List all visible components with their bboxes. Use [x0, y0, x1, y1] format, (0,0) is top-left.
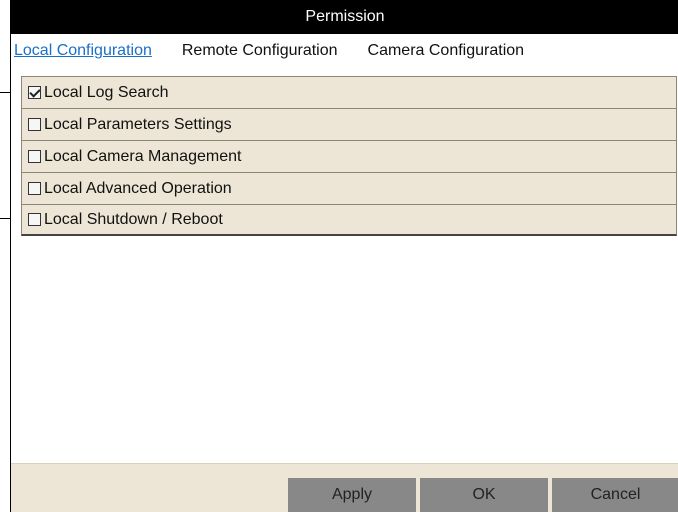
- checkbox-local-log-search[interactable]: [28, 86, 41, 99]
- permission-label: Local Camera Management: [44, 147, 242, 165]
- permission-label: Local Advanced Operation: [44, 179, 232, 197]
- ok-button[interactable]: OK: [420, 478, 548, 512]
- dialog-footer: Apply OK Cancel: [11, 463, 678, 512]
- tab-bar: Local Configuration Remote Configuration…: [11, 34, 678, 68]
- permission-label: Local Shutdown / Reboot: [44, 210, 223, 228]
- permission-row-local-log-search[interactable]: Local Log Search: [21, 76, 677, 108]
- apply-button[interactable]: Apply: [288, 478, 416, 512]
- tab-camera-configuration[interactable]: Camera Configuration: [368, 42, 525, 60]
- tab-remote-configuration[interactable]: Remote Configuration: [182, 42, 338, 60]
- checkbox-local-shutdown-reboot[interactable]: [28, 213, 41, 226]
- checkbox-local-camera-management[interactable]: [28, 150, 41, 163]
- permission-list: Local Log Search Local Parameters Settin…: [21, 76, 677, 236]
- checkbox-local-advanced-operation[interactable]: [28, 182, 41, 195]
- dialog-title: Permission: [11, 0, 678, 34]
- permission-dialog: Permission Local Configuration Remote Co…: [10, 0, 678, 512]
- permission-row-local-camera-management[interactable]: Local Camera Management: [21, 140, 677, 172]
- permission-row-local-shutdown-reboot[interactable]: Local Shutdown / Reboot: [21, 204, 677, 236]
- permission-label: Local Log Search: [44, 83, 169, 101]
- permission-row-local-advanced-operation[interactable]: Local Advanced Operation: [21, 172, 677, 204]
- tab-local-configuration[interactable]: Local Configuration: [14, 42, 152, 60]
- permission-label: Local Parameters Settings: [44, 115, 232, 133]
- cancel-button[interactable]: Cancel: [552, 478, 678, 512]
- checkbox-local-parameters-settings[interactable]: [28, 118, 41, 131]
- permission-row-local-parameters-settings[interactable]: Local Parameters Settings: [21, 108, 677, 140]
